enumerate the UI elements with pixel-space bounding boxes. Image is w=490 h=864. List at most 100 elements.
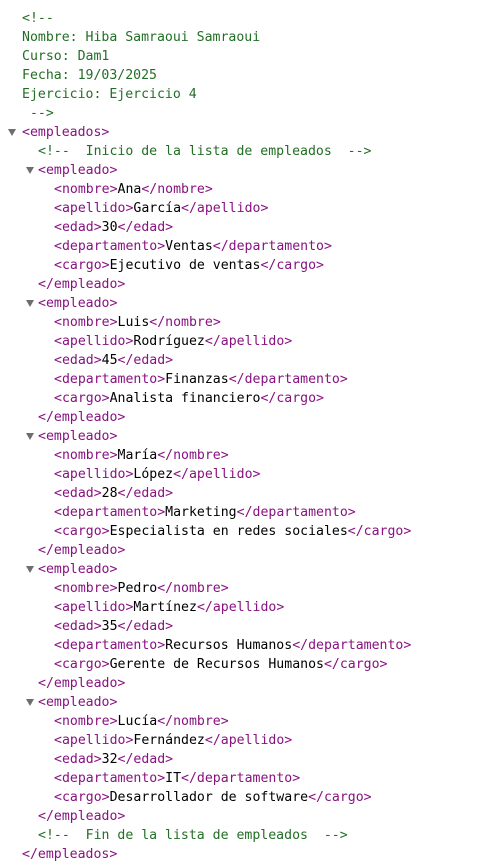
comment-text: --> bbox=[22, 106, 54, 121]
field-apellido: <apellido>Martínez</apellido> bbox=[0, 598, 490, 617]
triangle-down-icon[interactable] bbox=[26, 300, 34, 307]
field-value-cargo: Especialista en redes sociales bbox=[109, 524, 348, 539]
field-tag-close: </edad> bbox=[117, 486, 174, 501]
field-tag-close: </edad> bbox=[117, 220, 174, 235]
field-tag-open: <edad> bbox=[54, 353, 102, 368]
field-tag-close: </nombre> bbox=[141, 182, 213, 197]
field-cargo: <cargo>Analista financiero</cargo> bbox=[0, 389, 490, 408]
field-cargo: <cargo>Ejecutivo de ventas</cargo> bbox=[0, 256, 490, 275]
field-value-departamento: IT bbox=[165, 771, 182, 786]
field-departamento: <departamento>Recursos Humanos</departam… bbox=[0, 636, 490, 655]
field-tag-close: </nombre> bbox=[157, 448, 229, 463]
field-tag-close: </cargo> bbox=[260, 258, 324, 273]
field-value-edad: 35 bbox=[101, 619, 118, 634]
field-value-cargo: Analista financiero bbox=[109, 391, 261, 406]
field-nombre: <nombre>Ana</nombre> bbox=[0, 180, 490, 199]
field-tag-open: <departamento> bbox=[54, 638, 166, 653]
field-tag-open: <apellido> bbox=[54, 733, 134, 748]
employee-close-tag: </empleado> bbox=[0, 541, 490, 560]
field-departamento: <departamento>Ventas</departamento> bbox=[0, 237, 490, 256]
field-tag-close: </cargo> bbox=[323, 657, 388, 672]
triangle-down-icon[interactable] bbox=[26, 566, 34, 573]
triangle-down-icon[interactable] bbox=[26, 699, 34, 706]
field-tag-close: </nombre> bbox=[157, 581, 229, 596]
employee-open-tag: <empleado> bbox=[0, 294, 490, 313]
field-cargo: <cargo>Gerente de Recursos Humanos</carg… bbox=[0, 655, 490, 674]
field-tag-open: <apellido> bbox=[54, 201, 134, 216]
field-nombre: <nombre>Lucía</nombre> bbox=[0, 712, 490, 731]
field-value-nombre: Pedro bbox=[117, 581, 158, 596]
header-comment-line: Ejercicio: Ejercicio 4 bbox=[0, 85, 490, 104]
start-comment-line: <!-- Inicio de la lista de empleados --> bbox=[0, 142, 490, 161]
field-edad: <edad>28</edad> bbox=[0, 484, 490, 503]
field-tag-close: </apellido> bbox=[204, 733, 293, 748]
field-tag-open: <nombre> bbox=[54, 182, 118, 197]
root-tag-close: </empleados> bbox=[22, 847, 118, 862]
field-tag-close: </apellido> bbox=[196, 600, 285, 615]
field-tag-open: <apellido> bbox=[54, 467, 134, 482]
field-cargo: <cargo>Especialista en redes sociales</c… bbox=[0, 522, 490, 541]
triangle-down-icon[interactable] bbox=[26, 167, 34, 174]
field-value-apellido: Rodríguez bbox=[133, 334, 205, 349]
field-tag-open: <cargo> bbox=[54, 790, 110, 805]
comment-text: Ejercicio: Ejercicio 4 bbox=[22, 87, 197, 102]
root-tag-open: <empleados> bbox=[22, 125, 110, 140]
employee-tag-open: <empleado> bbox=[38, 163, 118, 178]
field-tag-close: </edad> bbox=[117, 752, 174, 767]
field-value-departamento: Marketing bbox=[165, 505, 237, 520]
end-comment-line: <!-- Fin de la lista de empleados --> bbox=[0, 826, 490, 845]
field-nombre: <nombre>María</nombre> bbox=[0, 446, 490, 465]
comment-text: Curso: Dam1 bbox=[22, 49, 110, 64]
field-value-apellido: García bbox=[133, 201, 182, 216]
field-cargo: <cargo>Desarrollador de software</cargo> bbox=[0, 788, 490, 807]
field-departamento: <departamento>IT</departamento> bbox=[0, 769, 490, 788]
field-value-cargo: Desarrollador de software bbox=[109, 790, 309, 805]
field-tag-close: </departamento> bbox=[212, 239, 332, 254]
field-value-cargo: Gerente de Recursos Humanos bbox=[109, 657, 324, 672]
employee-close-tag: </empleado> bbox=[0, 408, 490, 427]
employee-tag-close: </empleado> bbox=[38, 809, 126, 824]
field-tag-open: <edad> bbox=[54, 220, 102, 235]
employee-tag-close: </empleado> bbox=[38, 277, 126, 292]
field-value-apellido: Martínez bbox=[133, 600, 197, 615]
field-tag-open: <edad> bbox=[54, 486, 102, 501]
field-value-apellido: Fernández bbox=[133, 733, 205, 748]
triangle-down-icon[interactable] bbox=[8, 129, 16, 136]
field-tag-open: <nombre> bbox=[54, 581, 118, 596]
field-tag-close: </departamento> bbox=[181, 771, 301, 786]
field-edad: <edad>32</edad> bbox=[0, 750, 490, 769]
comment-text: Fecha: 19/03/2025 bbox=[22, 68, 157, 83]
employee-tag-close: </empleado> bbox=[38, 410, 126, 425]
field-value-edad: 32 bbox=[101, 752, 118, 767]
field-apellido: <apellido>López</apellido> bbox=[0, 465, 490, 484]
triangle-down-icon[interactable] bbox=[26, 433, 34, 440]
field-value-cargo: Ejecutivo de ventas bbox=[109, 258, 261, 273]
field-tag-close: </departamento> bbox=[292, 638, 412, 653]
field-edad: <edad>35</edad> bbox=[0, 617, 490, 636]
field-tag-close: </apellido> bbox=[173, 467, 261, 482]
employee-tag-open: <empleado> bbox=[38, 429, 118, 444]
field-value-nombre: Lucía bbox=[117, 714, 158, 729]
field-tag-close: </cargo> bbox=[260, 391, 324, 406]
field-value-departamento: Finanzas bbox=[165, 372, 229, 387]
field-tag-close: </cargo> bbox=[347, 524, 412, 539]
field-tag-open: <departamento> bbox=[54, 505, 166, 520]
employee-close-tag: </empleado> bbox=[0, 807, 490, 826]
comment-text: <!-- bbox=[22, 11, 54, 26]
field-tag-close: </apellido> bbox=[204, 334, 293, 349]
field-value-departamento: Ventas bbox=[165, 239, 213, 254]
root-open-tag: <empleados> bbox=[0, 123, 490, 142]
field-edad: <edad>30</edad> bbox=[0, 218, 490, 237]
field-tag-close: </edad> bbox=[117, 353, 174, 368]
field-tag-open: <nombre> bbox=[54, 714, 118, 729]
start-comment: <!-- Inicio de la lista de empleados --> bbox=[38, 144, 372, 159]
header-comment-line: --> bbox=[0, 104, 490, 123]
field-tag-close: </apellido> bbox=[181, 201, 269, 216]
field-tag-open: <apellido> bbox=[54, 600, 134, 615]
field-value-nombre: María bbox=[117, 448, 158, 463]
field-tag-close: </nombre> bbox=[157, 714, 229, 729]
employee-tag-open: <empleado> bbox=[38, 562, 118, 577]
field-tag-open: <apellido> bbox=[54, 334, 134, 349]
field-apellido: <apellido>Fernández</apellido> bbox=[0, 731, 490, 750]
employee-open-tag: <empleado> bbox=[0, 560, 490, 579]
